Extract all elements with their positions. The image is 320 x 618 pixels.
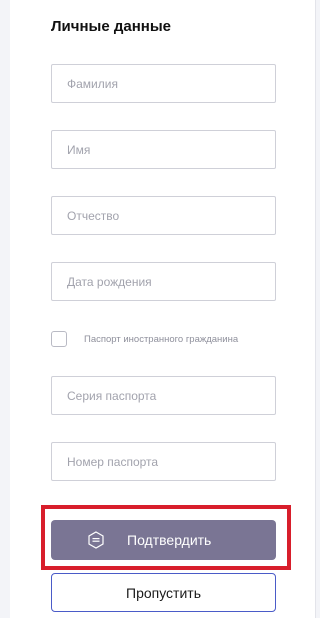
first-name-field[interactable] — [51, 130, 276, 169]
foreign-passport-row[interactable]: Паспорт иностранного гражданина — [51, 330, 238, 348]
birth-date-input[interactable] — [52, 263, 275, 300]
foreign-passport-checkbox[interactable] — [51, 331, 67, 347]
skip-button-label: Пропустить — [126, 584, 201, 601]
last-name-field[interactable] — [51, 64, 276, 103]
personal-data-card: Личные данные Паспорт иностранного гражд… — [10, 0, 316, 618]
passport-number-field[interactable] — [51, 442, 276, 481]
middle-name-field[interactable] — [51, 196, 276, 235]
passport-number-input[interactable] — [52, 443, 275, 480]
birth-date-field[interactable] — [51, 262, 276, 301]
passport-series-field[interactable] — [51, 376, 276, 415]
section-title: Личные данные — [51, 18, 171, 35]
gosuslugi-logo-icon — [87, 531, 105, 549]
first-name-input[interactable] — [52, 131, 275, 168]
confirm-button-label: Подтвердить — [127, 532, 212, 548]
foreign-passport-label: Паспорт иностранного гражданина — [84, 333, 239, 345]
passport-series-input[interactable] — [52, 377, 275, 414]
middle-name-input[interactable] — [52, 197, 275, 234]
confirm-button[interactable]: Подтвердить — [51, 520, 276, 560]
skip-button[interactable]: Пропустить — [51, 573, 276, 612]
last-name-input[interactable] — [52, 65, 275, 102]
